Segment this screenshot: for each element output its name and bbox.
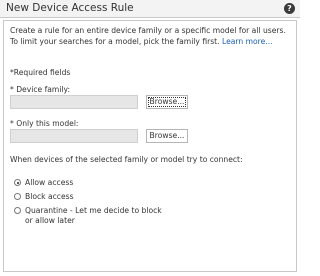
block-access-label: Block access [25, 192, 74, 201]
quarantine-label: Quarantine - Let me decide to block or a… [25, 206, 162, 225]
only-model-browse-button[interactable]: Browse... [146, 129, 188, 143]
allow-access-option[interactable]: Allow access [14, 178, 73, 187]
learn-more-link[interactable]: Learn more... [222, 37, 273, 46]
only-model-field[interactable] [10, 129, 138, 143]
rule-form-panel: Create a rule for an entire device famil… [3, 20, 297, 272]
allow-access-radio[interactable] [14, 179, 21, 186]
device-family-label: * Device family: [10, 85, 71, 94]
connect-question: When devices of the selected family or m… [10, 155, 243, 164]
help-icon[interactable]: ? [284, 3, 295, 14]
allow-access-label: Allow access [25, 178, 74, 187]
required-fields-note: *Required fields [10, 68, 71, 77]
quarantine-radio[interactable] [14, 207, 21, 214]
block-access-radio[interactable] [14, 193, 21, 200]
quarantine-option[interactable]: Quarantine - Let me decide to block or a… [14, 206, 165, 225]
device-family-browse-button[interactable]: Browse... [146, 95, 188, 109]
dialog-title: New Device Access Rule [6, 2, 134, 14]
device-family-field[interactable] [10, 95, 138, 109]
only-model-label: * Only this model: [10, 119, 79, 128]
new-device-access-rule-dialog: New Device Access Rule ? Create a rule f… [0, 0, 300, 276]
block-access-option[interactable]: Block access [14, 192, 74, 201]
title-bar: New Device Access Rule ? [0, 0, 300, 18]
intro-text-block: Create a rule for an entire device famil… [10, 26, 290, 47]
